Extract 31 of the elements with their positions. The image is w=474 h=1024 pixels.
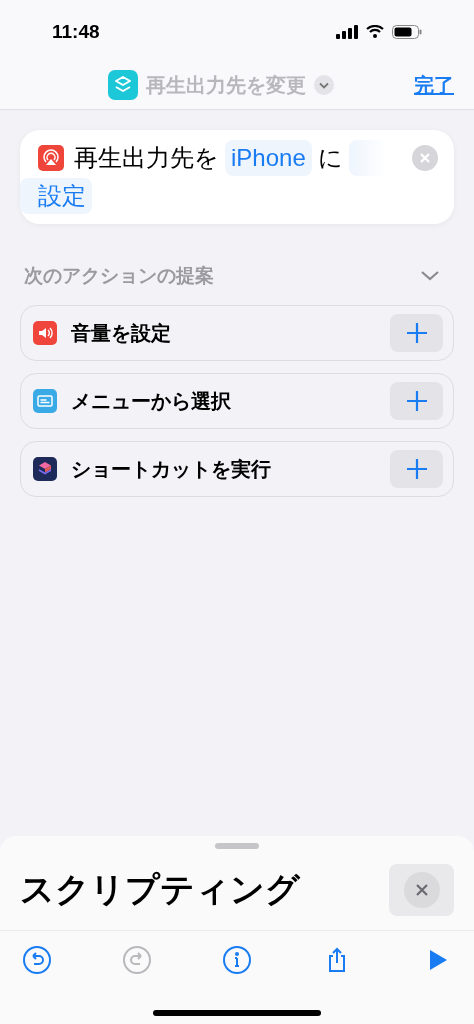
redo-icon: [122, 945, 152, 975]
suggestion-label: メニューから選択: [71, 388, 232, 414]
suggestion-row[interactable]: ショートカットを実行: [20, 440, 454, 497]
section-title: 次のアクションの提案: [24, 264, 214, 288]
plus-icon: [405, 389, 428, 412]
status-time: 11:48: [52, 19, 100, 44]
suggestion-label: 音量を設定: [71, 320, 172, 346]
add-button[interactable]: [390, 313, 443, 352]
add-button[interactable]: [390, 381, 443, 420]
close-icon: [403, 871, 440, 908]
parameter-token[interactable]: iPhone: [225, 140, 312, 176]
airplay-icon: [38, 145, 64, 171]
action-text: に: [317, 143, 343, 173]
add-button[interactable]: [390, 449, 443, 488]
battery-icon: [392, 25, 422, 39]
wifi-icon: [365, 25, 385, 39]
plus-icon: [405, 457, 428, 480]
sheet-handle[interactable]: [215, 843, 259, 849]
info-icon: [222, 945, 252, 975]
plus-icon: [405, 321, 428, 344]
undo-icon: [22, 945, 52, 975]
signal-icon: [336, 25, 358, 39]
suggestion-row[interactable]: 音量を設定: [20, 304, 454, 361]
action-text: 再生出力先を: [74, 143, 219, 173]
suggestion-row[interactable]: メニューから選択: [20, 372, 454, 429]
chevron-down-icon[interactable]: [314, 74, 334, 95]
done-button[interactable]: 完了: [402, 69, 474, 100]
sheet-title: スクリプティング: [20, 869, 300, 910]
suggestion-label: ショートカットを実行: [71, 456, 272, 482]
parameter-token[interactable]: 設定: [20, 178, 92, 214]
app-icon: [108, 69, 138, 100]
